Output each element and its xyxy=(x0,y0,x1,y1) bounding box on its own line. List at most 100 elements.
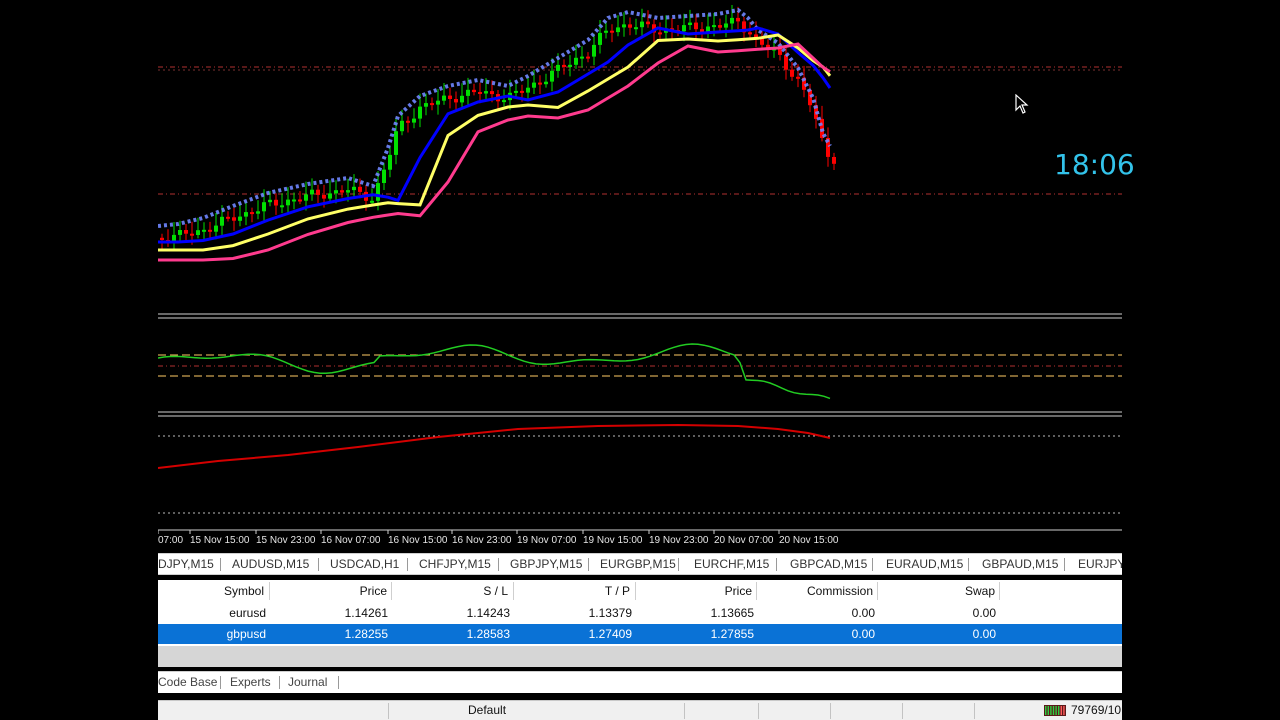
candle-body xyxy=(454,99,458,103)
candle-body xyxy=(544,81,548,85)
column-header-price[interactable]: Price xyxy=(270,580,387,602)
chart-symbol-tabs: DJPY,M15 AUDUSD,M15 USDCAD,H1 CHFJPY,M15… xyxy=(158,553,1122,575)
column-header-symbol[interactable]: Symbol xyxy=(158,580,264,602)
candle-body xyxy=(502,100,506,103)
terminal-tabs: Code Base Experts Journal xyxy=(158,671,1122,693)
column-header-sl[interactable]: S / L xyxy=(392,580,508,602)
tab-journal[interactable]: Journal xyxy=(288,672,327,692)
symbol-tab-usdcad[interactable]: USDCAD,H1 xyxy=(330,554,399,574)
status-divider xyxy=(684,703,685,719)
oscillator-line xyxy=(158,343,831,400)
traffic-bar xyxy=(1060,706,1062,715)
candle-body xyxy=(832,157,836,164)
candle-body xyxy=(346,190,350,193)
column-header-tp[interactable]: T / P xyxy=(514,580,630,602)
candle-body xyxy=(556,64,560,71)
candle-body xyxy=(238,216,242,221)
symbol-tab-gbpaud[interactable]: GBPAUD,M15 xyxy=(982,554,1058,574)
candle-body xyxy=(292,199,296,202)
candle-body xyxy=(442,95,446,101)
tab-divider xyxy=(678,558,679,571)
column-header-current-price[interactable]: Price xyxy=(636,580,752,602)
candle-body xyxy=(622,24,626,28)
cell-tp[interactable]: 1.13379 xyxy=(514,603,632,623)
candle-body xyxy=(604,30,608,33)
table-row-selected[interactable]: gbpusd 1.28255 1.28583 1.27409 1.27855 0… xyxy=(158,624,1122,644)
candle-body xyxy=(592,44,596,57)
symbol-tab-djpy[interactable]: DJPY,M15 xyxy=(158,554,214,574)
cell-current-price: 1.13665 xyxy=(710,606,754,620)
candle-body xyxy=(250,212,254,215)
column-divider xyxy=(999,582,1000,600)
time-label: 16 Nov 07:00 xyxy=(321,535,381,546)
candle-body xyxy=(436,100,440,105)
table-row[interactable]: eurusd 1.14261 1.14243 1.13379 1.13665 0… xyxy=(158,603,1122,623)
symbol-tab-eurgbp[interactable]: EURGBP,M15 xyxy=(600,554,676,574)
cell-sl[interactable]: 1.28583 xyxy=(392,624,510,644)
candle-body xyxy=(328,193,332,199)
candle-body xyxy=(202,229,206,232)
candle-body xyxy=(682,25,686,32)
time-label: 15 Nov 23:00 xyxy=(256,535,316,546)
candle-body xyxy=(418,106,422,119)
candle-clock: 18:06 xyxy=(1054,148,1135,181)
candle-body xyxy=(256,211,260,214)
status-divider xyxy=(830,703,831,719)
traffic-bar xyxy=(1063,706,1065,715)
tab-divider xyxy=(338,676,339,689)
candle-body xyxy=(466,89,470,96)
candle-body xyxy=(784,54,788,70)
symbol-tab-euraud[interactable]: EURAUD,M15 xyxy=(886,554,963,574)
candle-body xyxy=(340,190,344,193)
column-header-commission[interactable]: Commission xyxy=(757,580,873,602)
cell-tp[interactable]: 1.27409 xyxy=(514,624,632,644)
candle-body xyxy=(634,27,638,30)
candle-body xyxy=(730,17,734,24)
traffic-bar xyxy=(1050,706,1052,715)
candle-body xyxy=(370,200,374,203)
column-header-swap[interactable]: Swap xyxy=(878,580,995,602)
candle-body xyxy=(658,32,662,35)
status-profile[interactable]: Default xyxy=(468,703,506,717)
symbol-tab-audusd[interactable]: AUDUSD,M15 xyxy=(232,554,309,574)
candle-body xyxy=(598,32,602,45)
oscillator-window xyxy=(158,343,1122,400)
candle-body xyxy=(214,225,218,232)
candle-body xyxy=(706,26,710,32)
tab-divider xyxy=(872,558,873,571)
cell-commission: 0.00 xyxy=(851,606,875,620)
ma-pink-line xyxy=(158,42,831,262)
symbol-tab-eurchf[interactable]: EURCHF,M15 xyxy=(694,554,769,574)
tab-experts[interactable]: Experts xyxy=(230,672,271,692)
candle-body xyxy=(352,186,356,191)
candle-body xyxy=(646,21,650,25)
time-label: 15 Nov 15:00 xyxy=(190,535,250,546)
tab-divider xyxy=(968,558,969,571)
cell-sl[interactable]: 1.14243 xyxy=(392,603,510,623)
traffic-bar xyxy=(1045,706,1047,715)
candle-body xyxy=(412,118,416,123)
candle-body xyxy=(712,25,716,28)
time-label: 16 Nov 23:00 xyxy=(452,535,512,546)
candle-body xyxy=(226,216,230,219)
symbol-tab-chfjpy[interactable]: CHFJPY,M15 xyxy=(419,554,491,574)
price-chart[interactable]: 07:00 15 Nov 15:00 15 Nov 23:00 16 Nov 07:0… xyxy=(158,0,1135,548)
chart-canvas[interactable]: 07:00 15 Nov 15:00 15 Nov 23:00 16 Nov 07:0… xyxy=(158,0,1122,548)
candle-body xyxy=(424,103,428,107)
time-label: 19 Nov 23:00 xyxy=(649,535,709,546)
candle-body xyxy=(520,90,524,93)
candle-body xyxy=(430,103,434,106)
symbol-tab-eurjpy[interactable]: EURJPY, xyxy=(1078,554,1122,574)
tab-divider xyxy=(220,676,221,689)
candle-body xyxy=(736,17,740,22)
symbol-tab-gbpcad[interactable]: GBPCAD,M15 xyxy=(790,554,867,574)
status-traffic: 79769/10 xyxy=(1071,703,1122,717)
candle-body xyxy=(220,216,224,226)
candle-body xyxy=(304,194,308,201)
symbol-tab-gbpjpy[interactable]: GBPJPY,M15 xyxy=(510,554,582,574)
candle-body xyxy=(262,202,266,212)
candle-body xyxy=(448,95,452,99)
candle-body xyxy=(490,91,494,95)
tab-code-base[interactable]: Code Base xyxy=(158,672,217,692)
candle-body xyxy=(382,169,386,183)
